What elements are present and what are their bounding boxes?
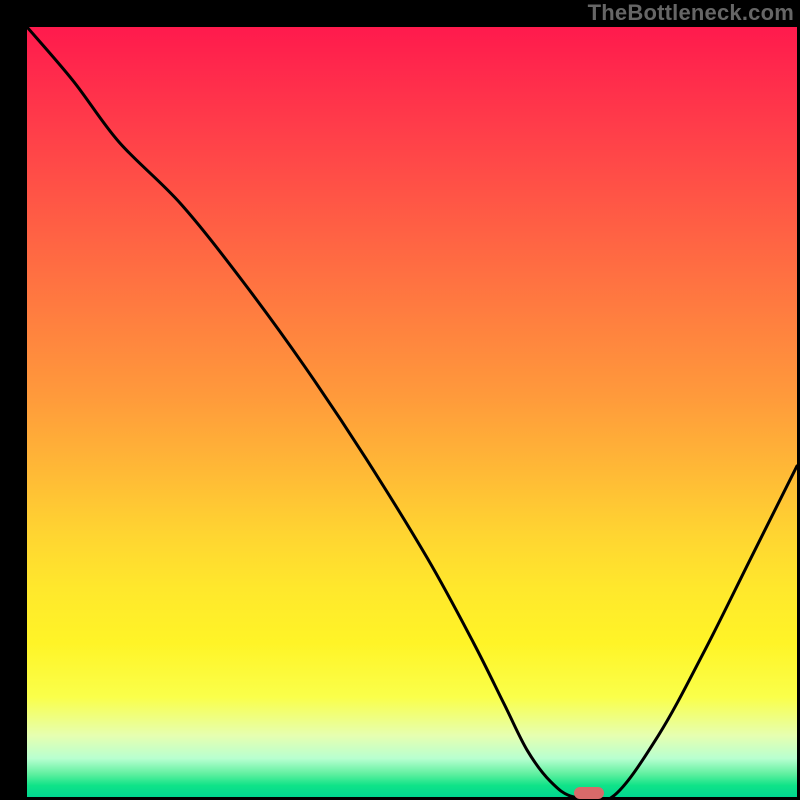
bottleneck-curve <box>27 27 797 797</box>
curve-path <box>27 27 797 797</box>
optimal-point-marker <box>574 787 604 799</box>
watermark-label: TheBottleneck.com <box>588 0 794 26</box>
chart-frame <box>12 12 788 788</box>
